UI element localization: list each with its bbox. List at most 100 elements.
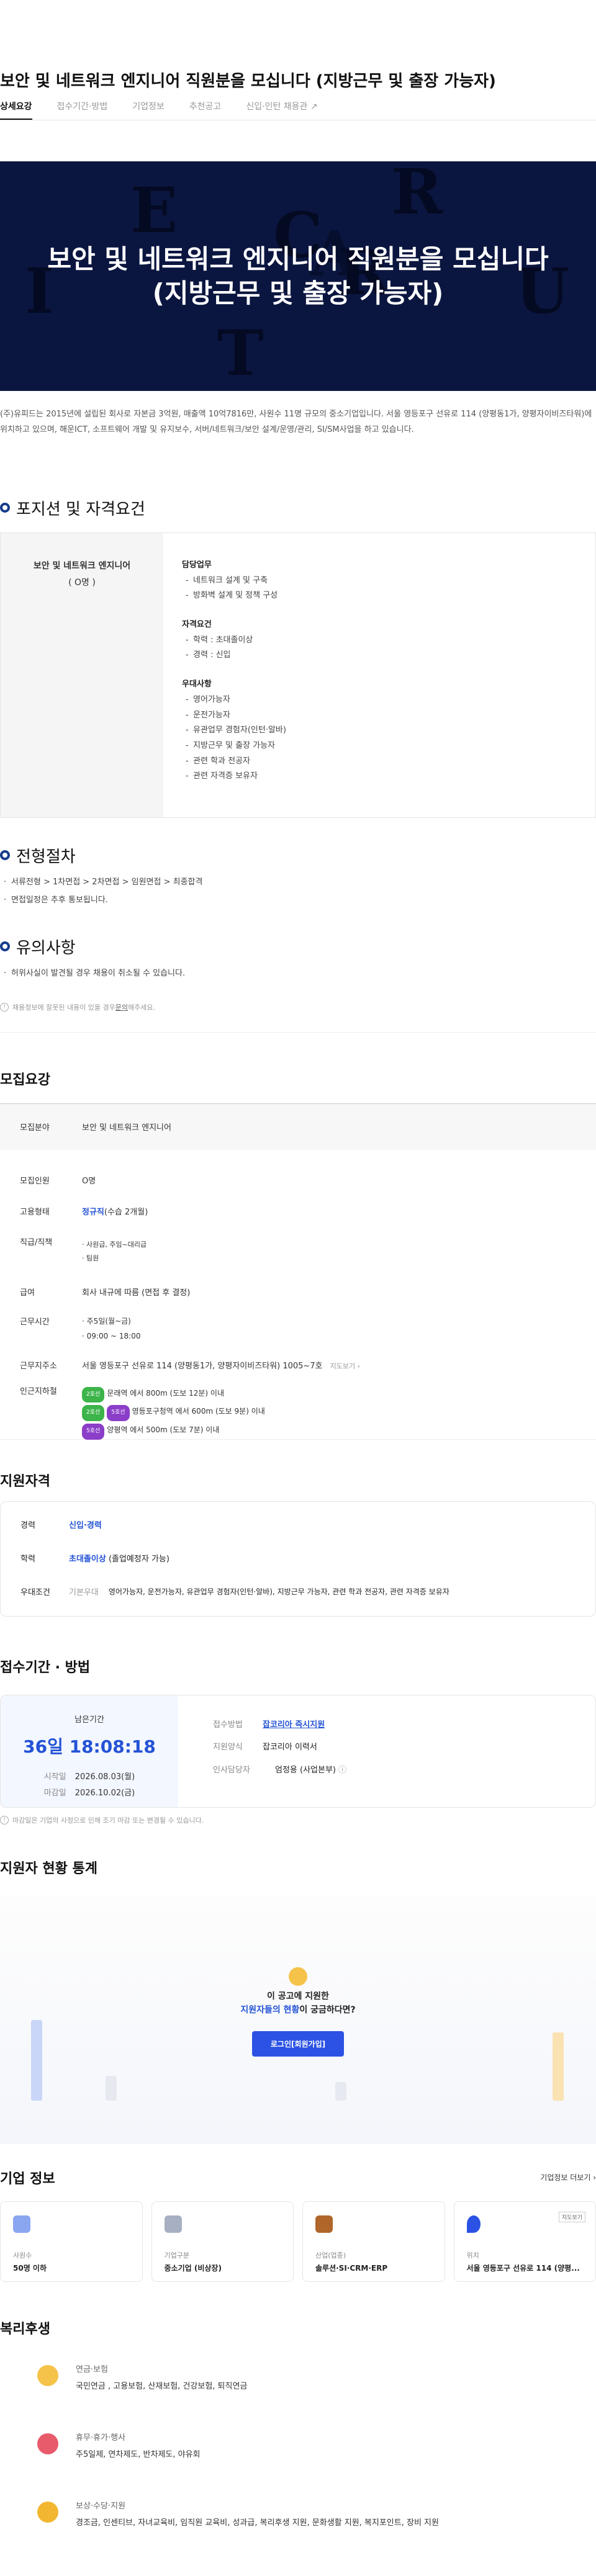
deadline-right: 접수방법 잡코리아 즉시지원 지원양식 잡코리아 이력서 인사담당자 엄정용 (사업본…	[178, 1695, 346, 1807]
preference-item: 지방근무 및 출장 가능자	[182, 738, 286, 754]
subway-item: 5호선 양평역 에서 500m (도보 7분) 이내	[82, 1421, 596, 1440]
stats-bar	[106, 2075, 117, 2101]
requirement-item: 학력 : 초대졸이상	[182, 633, 286, 648]
subway-line-badge: 2호선	[82, 1386, 105, 1403]
recruit-table: 모집분야 보안 및 네트워크 엔지니어 모집인원 O명 고용형태 정규직(수습 …	[0, 1103, 596, 1440]
subway-item: 2호선 문래역 에서 800m (도보 12분) 이내	[82, 1384, 596, 1403]
form-key: 지원양식	[213, 1743, 243, 1752]
position-table: 보안 및 네트워크 엔지니어 ( O명 ) 담당업무 네트워크 설계 및 구축 …	[0, 532, 596, 818]
report-note: ! 채용정보에 잘못된 내용이 있을 경우 문의 해주세요.	[0, 983, 596, 1033]
process-list: 서류전형 > 1차면접 > 2차면접 > 임원면접 > 최종합격 면접일정은 추…	[0, 874, 596, 909]
card-value: 중소기업 (비상장)	[164, 2263, 222, 2273]
card-value: 50명 이하	[13, 2263, 47, 2273]
role-count: ( O명 )	[68, 577, 96, 588]
qualification-card: 경력 신입·경력 학력 초대졸이상 (졸업예정자 가능) 우대조건 기본우대 영…	[0, 1501, 596, 1617]
tab-company-info[interactable]: 기업정보	[132, 100, 165, 120]
report-note-suffix: 해주세요.	[128, 1003, 156, 1012]
hr-value: 엄정용 (사업본부)	[275, 1765, 336, 1775]
process-line: 서류전형 > 1차면접 > 2차면접 > 임원면접 > 최종합격	[4, 874, 596, 892]
preference-item: 운전가능자	[182, 708, 286, 724]
tab-newcomer[interactable]: 신입·인턴 채용관 ↗	[246, 100, 317, 120]
method-key: 접수방법	[213, 1720, 243, 1730]
row-key: 고용형태	[20, 1207, 50, 1217]
education-value[interactable]: 초대졸이상	[69, 1555, 106, 1564]
address-value: 서울 영등포구 선유로 114 (양평동1가, 양평자이비즈타워) 1005~7…	[82, 1361, 323, 1371]
company-more-link[interactable]: 기업정보 더보기 ›	[540, 2172, 596, 2183]
subway-line-badge: 5호선	[82, 1423, 105, 1440]
hr-key: 인사담당자	[213, 1765, 250, 1775]
tab-detail[interactable]: 상세요강	[0, 100, 32, 120]
duty-item: 방화벽 설계 및 정책 구성	[182, 588, 286, 604]
position-role-cell: 보안 및 네트워크 엔지니어 ( O명 )	[1, 533, 163, 817]
party-popper-icon	[37, 2433, 58, 2454]
recruit-row: 직급/직책 · 사원급, 주임~대리급 · 팀원	[0, 1217, 596, 1265]
briefcase-icon	[315, 2215, 333, 2233]
experience-value[interactable]: 신입·경력	[69, 1519, 102, 1530]
row-key: 경력	[20, 1521, 35, 1531]
requirement-item: 경력 : 신입	[182, 648, 286, 663]
role-name: 보안 및 네트워크 엔지니어	[33, 561, 131, 571]
hero-title-line2: (지방근무 및 출장 가능자)	[152, 278, 444, 308]
welfare-category: 연금·보험	[76, 2364, 108, 2374]
company-header: 기업 정보 기업정보 더보기 ›	[0, 2168, 596, 2188]
login-button[interactable]: 로그인[회원가입]	[251, 2031, 345, 2057]
qualification-title: 지원자격	[0, 1473, 50, 1489]
info-icon[interactable]: ⓘ	[338, 1766, 346, 1775]
job-title: 보안 및 네트워크 엔지니어 직원분을 모십니다 (지방근무 및 출장 가능자)	[0, 72, 496, 91]
welfare-category: 보상·수당·지원	[76, 2501, 126, 2511]
section-bullet-icon	[0, 941, 10, 952]
hero-bg-letter: E	[130, 174, 178, 247]
info-icon: !	[0, 1003, 9, 1012]
welfare-category: 휴무·휴가·행사	[76, 2433, 126, 2443]
workdays-value: 주5일(월~금)	[86, 1316, 131, 1326]
recruit-row: 근무시간 · 주5일(월~금) · 09:00 ~ 18:00	[0, 1298, 596, 1344]
duties-heading: 담당업무	[182, 560, 212, 570]
stats-bar	[335, 2081, 346, 2101]
stats-q-line1: 이 공고에 지원한	[267, 1991, 329, 2001]
thinking-emoji-icon	[289, 1967, 307, 1986]
report-link[interactable]: 문의	[115, 1002, 128, 1012]
section-title: 전형절차	[16, 847, 76, 866]
company-card-location: 지도보기 위치 서울 영등포구 선유로 114 (양평...	[453, 2201, 596, 2282]
welfare-item: 보상·수당·지원 경조금, 인센티브, 자녀교육비, 임직원 교육비, 성과급, …	[0, 2484, 596, 2552]
notice-list: 허위사실이 발견될 경우 채용이 취소될 수 있습니다.	[0, 965, 596, 983]
map-link[interactable]: 지도보기 ›	[330, 1362, 360, 1370]
row-key: 급여	[20, 1288, 35, 1298]
recruit-row: 모집인원 O명	[0, 1150, 596, 1186]
section-title: 포지션 및 자격요건	[16, 500, 145, 519]
building-icon	[164, 2215, 182, 2233]
stats-panel: 이 공고에 지원한 지원자들의 현황이 궁금하다면? 로그인[회원가입]	[0, 1895, 596, 2144]
deadline-note-text: 마감일은 기업의 사정으로 인해 조기 마감 또는 변경될 수 있습니다.	[12, 1816, 204, 1824]
deadline-left: 남은기간 36일 18:08:18 시작일 2026.08.03(월) 마감일 20…	[1, 1695, 178, 1807]
stats-q-highlight: 지원자들의 현황	[240, 2005, 300, 2016]
position-section-header: 포지션 및 자격요건	[0, 489, 596, 526]
tab-recommended[interactable]: 추천공고	[189, 100, 222, 120]
preference-item: 관련 학과 전공자	[182, 754, 286, 770]
preference-item: 유관업무 경험자(인턴·알바)	[182, 723, 286, 738]
row-value: O명	[82, 1176, 96, 1186]
people-icon	[13, 2215, 30, 2233]
subway-text: 양평역 에서 500m (도보 7분) 이내	[107, 1425, 220, 1434]
process-section-header: 전형절차	[0, 837, 596, 874]
position-value: 팀원	[86, 1254, 99, 1262]
company-intro: (주)유피드는 2015년에 설립된 회사로 자본금 3억원, 매출액 10억7…	[0, 410, 592, 434]
welfare-title: 복리후생	[0, 2321, 50, 2337]
row-key: 근무지주소	[20, 1361, 57, 1371]
row-value: 회사 내규에 따름 (면접 후 결정)	[82, 1288, 191, 1298]
education-extra: (졸업예정자 가능)	[106, 1555, 169, 1564]
map-button[interactable]: 지도보기	[558, 2211, 585, 2222]
section-title: 유의사항	[16, 938, 76, 958]
recruit-row: 급여 회사 내규에 따름 (면접 후 결정)	[0, 1265, 596, 1298]
deadline-box: 남은기간 36일 18:08:18 시작일 2026.08.03(월) 마감일 20…	[0, 1694, 596, 1808]
recruit-row: 근무지주소 서울 영등포구 선유로 114 (양평동1가, 양평자이비즈타워) …	[0, 1344, 596, 1371]
row-key: 인근지하철	[20, 1386, 57, 1396]
position-details: 담당업무 네트워크 설계 및 구축 방화벽 설계 및 정책 구성 자격요건 학력…	[163, 533, 286, 817]
hero-bg-letter: T	[217, 316, 264, 390]
qual-row: 경력 신입·경력	[1, 1508, 595, 1542]
apply-method-link[interactable]: 잡코리아 즉시지원	[263, 1720, 325, 1730]
employment-type[interactable]: 정규직	[82, 1208, 104, 1217]
end-date: 2026.10.02(금)	[74, 1788, 135, 1798]
notice-line: 허위사실이 발견될 경우 채용이 취소될 수 있습니다.	[4, 965, 596, 983]
tab-apply-period[interactable]: 접수기간·방법	[57, 100, 108, 120]
duty-item: 네트워크 설계 및 구축	[182, 573, 286, 589]
